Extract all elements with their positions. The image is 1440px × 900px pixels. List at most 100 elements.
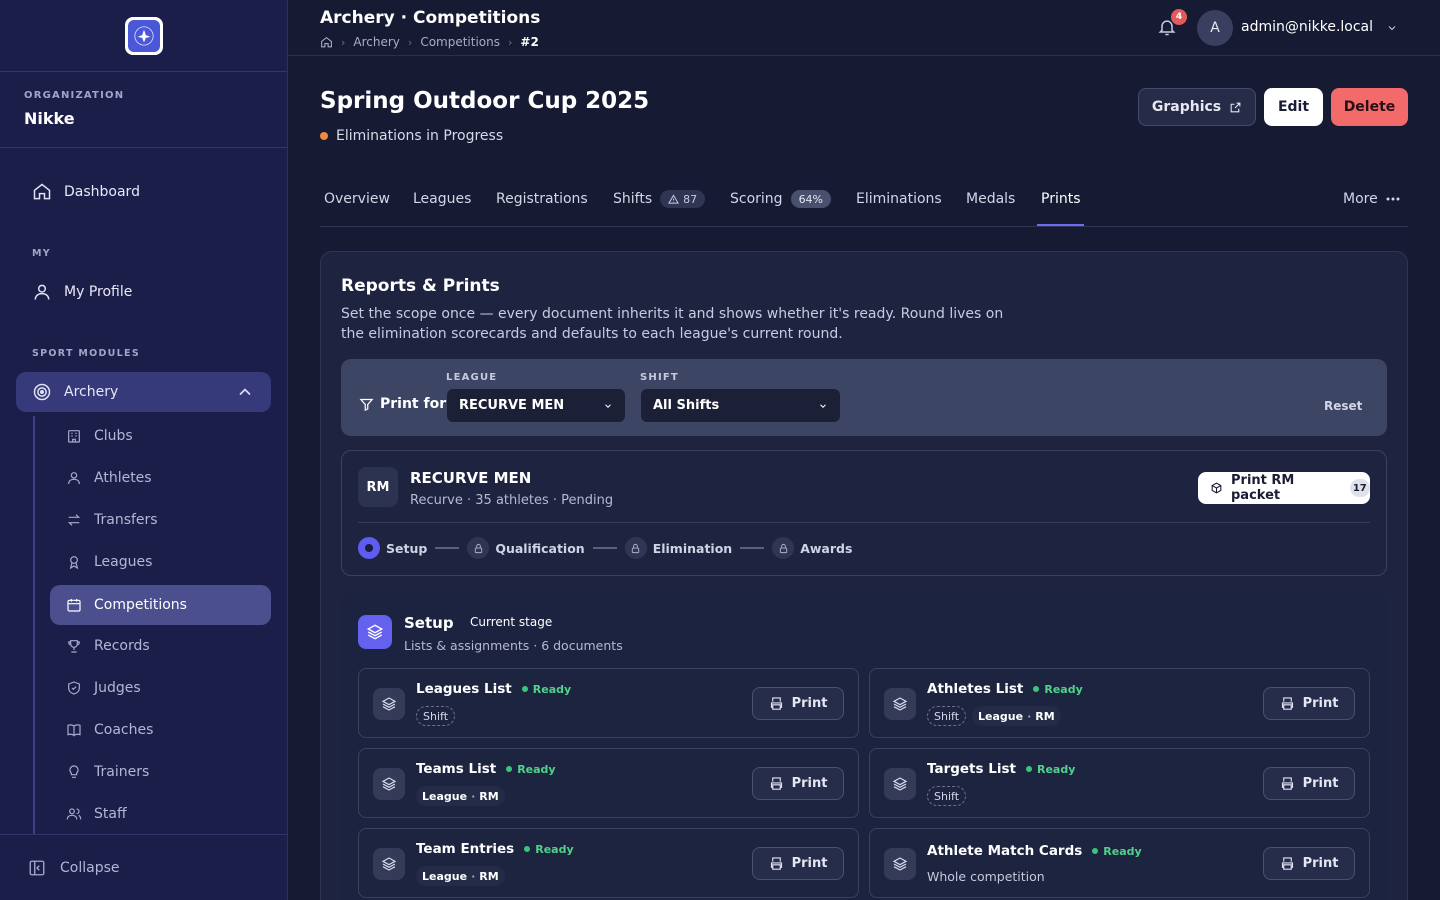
delete-button[interactable]: Delete bbox=[1331, 88, 1408, 126]
status-dot bbox=[320, 132, 328, 140]
print-button[interactable]: Print bbox=[752, 767, 844, 800]
sidebar-item-records[interactable]: Records bbox=[50, 626, 271, 666]
league-select-value: RECURVE MEN bbox=[459, 398, 565, 413]
ready-status: Ready bbox=[506, 763, 556, 776]
graphics-button[interactable]: Graphics bbox=[1138, 88, 1256, 126]
nav-my-profile[interactable]: My Profile bbox=[16, 272, 271, 312]
stage-title: Setup bbox=[404, 614, 454, 632]
printer-icon bbox=[770, 697, 782, 710]
step-awards[interactable]: Awards bbox=[800, 541, 852, 556]
doc-tags: Shift bbox=[416, 706, 456, 726]
doc-tags: League · RM bbox=[416, 786, 505, 806]
sidebar-item-trainers[interactable]: Trainers bbox=[50, 752, 271, 792]
avatar[interactable]: A bbox=[1197, 10, 1233, 46]
arrows-swap-icon bbox=[67, 514, 81, 526]
user-email[interactable]: admin@nikke.local bbox=[1241, 19, 1373, 35]
sidebar-item-competitions[interactable]: Competitions bbox=[50, 585, 271, 625]
sidebar-item-staff[interactable]: Staff bbox=[50, 794, 271, 834]
printer-icon bbox=[1281, 697, 1293, 710]
tab-shifts[interactable]: Shifts 87 bbox=[613, 188, 706, 210]
ready-dot bbox=[1033, 686, 1040, 692]
league-select[interactable]: RECURVE MEN bbox=[447, 389, 625, 422]
shift-select[interactable]: All Shifts bbox=[641, 389, 840, 422]
sidebar-item-label: Transfers bbox=[94, 512, 158, 528]
collapse-label: Collapse bbox=[60, 859, 120, 876]
user-icon bbox=[34, 284, 50, 300]
step-elimination[interactable]: Elimination bbox=[653, 541, 733, 556]
reports-title: Reports & Prints bbox=[341, 276, 500, 296]
print-button[interactable]: Print bbox=[1263, 767, 1355, 800]
tag-shift: Shift bbox=[927, 706, 967, 726]
sidebar-item-judges[interactable]: Judges bbox=[50, 668, 271, 708]
chevron-down-icon bbox=[820, 404, 826, 408]
ready-text: Ready bbox=[1103, 844, 1142, 858]
doc-title: Teams List Ready bbox=[416, 761, 556, 777]
ready-text: Ready bbox=[532, 682, 572, 696]
collapse-button[interactable]: Collapse bbox=[0, 834, 287, 900]
ready-text: Ready bbox=[1036, 762, 1076, 776]
book-icon bbox=[67, 724, 81, 737]
step-setup[interactable]: Setup bbox=[386, 541, 427, 556]
tab-more-label: More bbox=[1343, 191, 1378, 207]
print-packet-button[interactable]: Print RM packet 17 bbox=[1198, 472, 1370, 504]
tab-registrations[interactable]: Registrations bbox=[496, 188, 588, 210]
breadcrumb-competitions[interactable]: Competitions bbox=[420, 35, 500, 49]
reset-button[interactable]: Reset bbox=[1324, 399, 1362, 413]
nav-dashboard[interactable]: Dashboard bbox=[16, 172, 271, 212]
doc-card-athletes-list: Athletes List Ready Shift League · RM Print bbox=[869, 668, 1370, 738]
home-icon[interactable] bbox=[320, 36, 333, 49]
ready-status: Ready bbox=[1092, 844, 1142, 858]
filter-icon bbox=[359, 398, 374, 411]
status-text: Eliminations in Progress bbox=[336, 128, 504, 144]
breadcrumb-archery[interactable]: Archery bbox=[353, 35, 400, 49]
tag-league-code: RM bbox=[479, 789, 499, 803]
sidebar-item-label: Athletes bbox=[94, 470, 152, 486]
step-current-indicator bbox=[358, 537, 380, 559]
sidebar-item-coaches[interactable]: Coaches bbox=[50, 710, 271, 750]
doc-title-text: Athlete Match Cards bbox=[927, 843, 1083, 859]
app-logo[interactable] bbox=[124, 16, 163, 55]
tab-prints[interactable]: Prints bbox=[1041, 188, 1081, 210]
nav-archery[interactable]: Archery bbox=[16, 372, 271, 412]
doc-scope-note: Whole competition bbox=[927, 869, 1045, 884]
print-button[interactable]: Print bbox=[752, 847, 844, 880]
tab-more[interactable]: More bbox=[1343, 188, 1400, 210]
trophy-icon bbox=[68, 640, 80, 653]
print-button[interactable]: Print bbox=[1263, 687, 1355, 720]
sidebar-item-label: Competitions bbox=[94, 597, 187, 613]
doc-tags: Shift bbox=[927, 786, 967, 806]
print-label: Print bbox=[791, 856, 828, 871]
breadcrumb-separator: › bbox=[341, 35, 346, 49]
league-abbr-avatar: RM bbox=[358, 467, 398, 507]
notification-badge: 4 bbox=[1171, 9, 1187, 25]
print-button[interactable]: Print bbox=[752, 687, 844, 720]
doc-title: Team Entries Ready bbox=[416, 841, 574, 857]
edit-button[interactable]: Edit bbox=[1264, 88, 1323, 126]
sidebar-item-athletes[interactable]: Athletes bbox=[50, 458, 271, 498]
scoring-progress-pill: 64% bbox=[790, 190, 832, 208]
organization-block: ORGANIZATION Nikke bbox=[0, 72, 287, 148]
doc-card-targets-list: Targets List Ready Shift Print bbox=[869, 748, 1370, 818]
tab-leagues[interactable]: Leagues bbox=[413, 188, 471, 210]
tab-medals[interactable]: Medals bbox=[966, 188, 1015, 210]
doc-card-leagues-list: Leagues List Ready Shift Print bbox=[358, 668, 859, 738]
sidebar-item-transfers[interactable]: Transfers bbox=[50, 500, 271, 540]
print-button[interactable]: Print bbox=[1263, 847, 1355, 880]
ready-status: Ready bbox=[521, 682, 572, 696]
league-select-label: LEAGUE bbox=[446, 372, 498, 383]
sidebar-item-label: Records bbox=[94, 638, 150, 654]
layers-icon bbox=[358, 615, 392, 649]
step-qualification[interactable]: Qualification bbox=[495, 541, 584, 556]
tab-eliminations[interactable]: Eliminations bbox=[856, 188, 942, 210]
tab-overview[interactable]: Overview bbox=[324, 188, 390, 210]
sidebar-item-leagues[interactable]: Leagues bbox=[50, 542, 271, 582]
print-for-text: Print for bbox=[380, 396, 447, 412]
sidebar-item-clubs[interactable]: Clubs bbox=[50, 416, 271, 456]
tab-scoring[interactable]: Scoring 64% bbox=[730, 188, 832, 210]
chevron-down-icon[interactable] bbox=[1386, 22, 1398, 34]
tag-league-code: RM bbox=[1035, 709, 1055, 723]
doc-tags: League · RM bbox=[416, 866, 505, 886]
ribbon-icon bbox=[69, 556, 79, 570]
nav-archery-label: Archery bbox=[64, 384, 119, 400]
home-icon bbox=[33, 183, 51, 200]
